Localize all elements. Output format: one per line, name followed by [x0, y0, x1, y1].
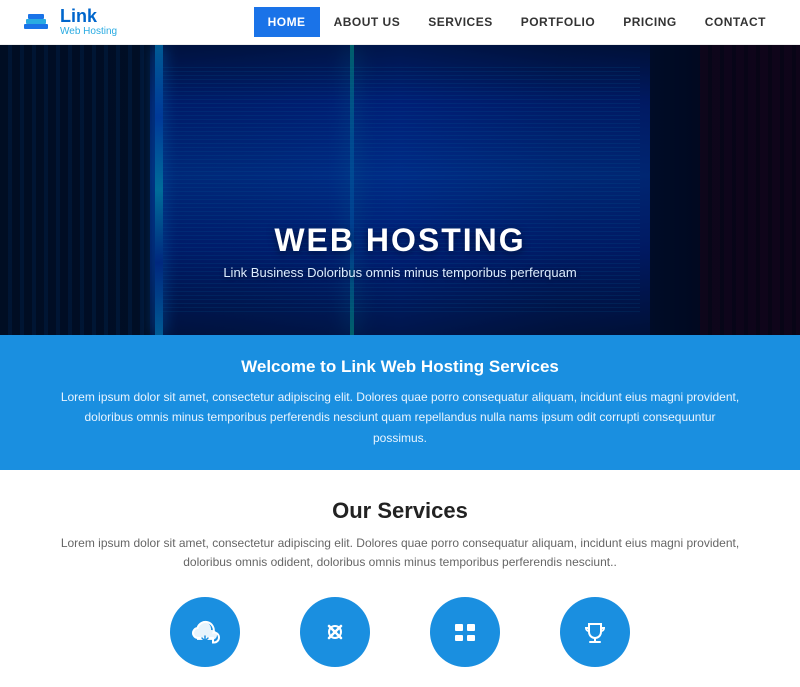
logo-icon	[20, 6, 52, 38]
hero-subtitle: Link Business Doloribus omnis minus temp…	[0, 265, 800, 280]
tools-icon	[319, 616, 351, 648]
logo: Link Web Hosting	[20, 6, 117, 38]
nav-contact[interactable]: CONTACT	[691, 7, 780, 37]
trophy-icon	[579, 616, 611, 648]
logo-text: Link Web Hosting	[60, 7, 117, 38]
tools-icon-circle	[300, 597, 370, 667]
hero-title: WEB HOSTING	[0, 222, 800, 259]
services-description: Lorem ipsum dolor sit amet, consectetur …	[60, 534, 740, 572]
dashboard-icon	[449, 616, 481, 648]
hero-section: WEB HOSTING Link Business Doloribus omni…	[0, 45, 800, 335]
service-icons-container	[40, 597, 760, 667]
service-item-tools	[300, 597, 370, 667]
cloud-icon	[189, 616, 221, 648]
service-item-cloud	[170, 597, 240, 667]
services-heading: Our Services	[40, 498, 760, 524]
blue-band-body: Lorem ipsum dolor sit amet, consectetur …	[60, 387, 740, 448]
logo-name: Link	[60, 7, 117, 27]
cloud-icon-circle	[170, 597, 240, 667]
hero-overlay	[0, 45, 800, 335]
nav-pricing[interactable]: PRICING	[609, 7, 691, 37]
blue-band: Welcome to Link Web Hosting Services Lor…	[0, 335, 800, 470]
nav-home[interactable]: HOME	[254, 7, 320, 37]
nav-about[interactable]: ABOUT US	[320, 7, 415, 37]
hero-content: WEB HOSTING Link Business Doloribus omni…	[0, 222, 800, 280]
dashboard-icon-circle	[430, 597, 500, 667]
main-nav: HOME ABOUT US SERVICES PORTFOLIO PRICING…	[254, 7, 780, 37]
service-item-dashboard	[430, 597, 500, 667]
nav-services[interactable]: SERVICES	[414, 7, 506, 37]
service-item-trophy	[560, 597, 630, 667]
trophy-icon-circle	[560, 597, 630, 667]
logo-subtitle: Web Hosting	[60, 26, 117, 37]
blue-band-heading: Welcome to Link Web Hosting Services	[60, 357, 740, 377]
site-header: Link Web Hosting HOME ABOUT US SERVICES …	[0, 0, 800, 45]
services-section: Our Services Lorem ipsum dolor sit amet,…	[0, 470, 800, 686]
nav-portfolio[interactable]: PORTFOLIO	[507, 7, 610, 37]
